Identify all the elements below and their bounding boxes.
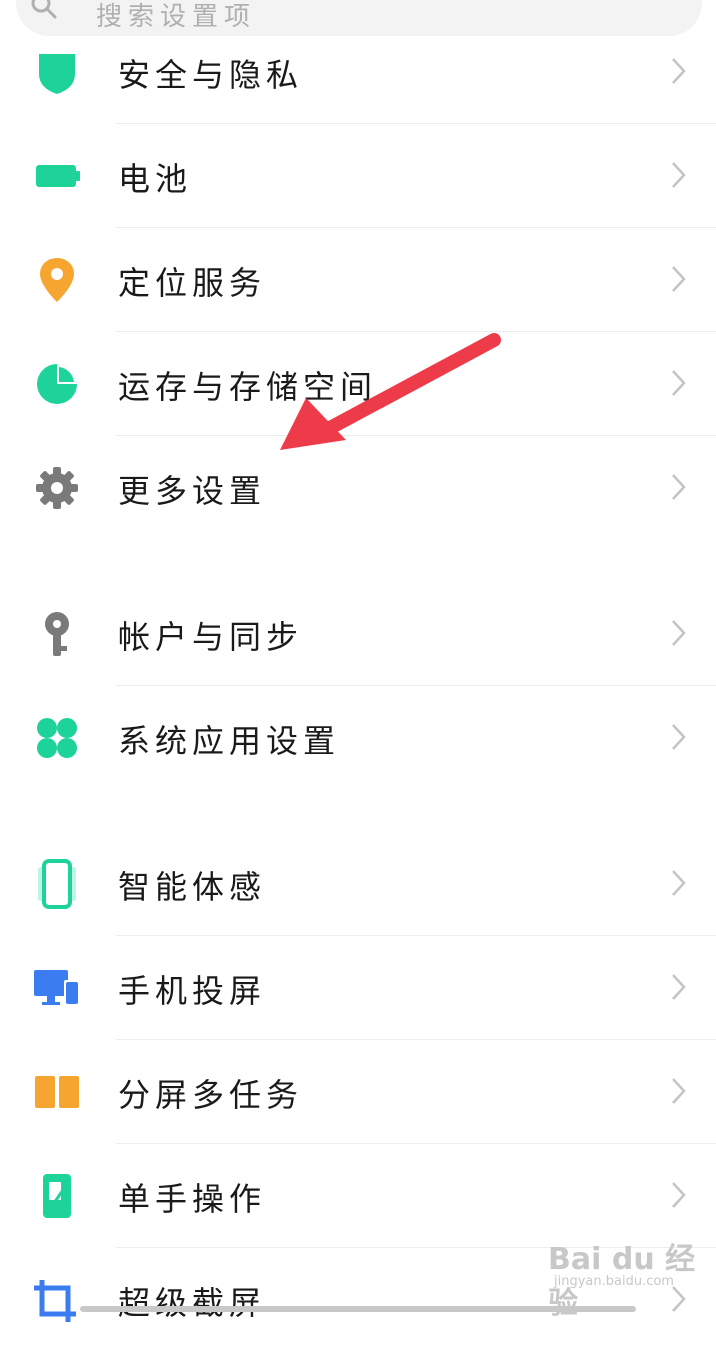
- settings-item-label: 运存与存储空间: [118, 368, 378, 406]
- scroll-indicator: [80, 1306, 636, 1312]
- search-icon: [31, 0, 57, 19]
- four-petal-apps-icon: [37, 718, 77, 758]
- settings-item-label: 分屏多任务: [118, 1076, 304, 1114]
- chevron-right-icon: [672, 370, 686, 396]
- settings-item-split-screen[interactable]: 分屏多任务: [0, 1040, 716, 1144]
- settings-item-label: 定位服务: [118, 264, 267, 302]
- settings-item-label: 超级截屏: [118, 1284, 267, 1322]
- settings-item-system-apps[interactable]: 系统应用设置: [0, 686, 716, 790]
- chevron-right-icon: [672, 620, 686, 646]
- one-hand-icon: [43, 1174, 71, 1218]
- settings-item-smart-motion[interactable]: 智能体感: [0, 832, 716, 936]
- location-pin-icon: [40, 258, 74, 302]
- gear-icon: [36, 467, 78, 509]
- split-screen-icon: [35, 1076, 79, 1108]
- chevron-right-icon: [672, 724, 686, 750]
- settings-item-location[interactable]: 定位服务: [0, 228, 716, 332]
- chevron-right-icon: [672, 162, 686, 188]
- pie-chart-icon: [37, 364, 77, 404]
- battery-icon: [36, 165, 80, 187]
- settings-item-label: 手机投屏: [118, 972, 267, 1010]
- chevron-right-icon: [672, 1182, 686, 1208]
- phone-motion-icon: [38, 859, 76, 909]
- screen-cast-icon: [34, 970, 80, 1006]
- settings-item-screen-cast[interactable]: 手机投屏: [0, 936, 716, 1040]
- settings-item-security-privacy[interactable]: 安全与隐私: [0, 20, 716, 124]
- settings-item-more-settings[interactable]: 更多设置: [0, 436, 716, 540]
- chevron-right-icon: [672, 870, 686, 896]
- chevron-right-icon: [672, 974, 686, 1000]
- watermark-url: jingyan.baidu.com: [554, 1274, 674, 1289]
- settings-item-one-hand[interactable]: 单手操作: [0, 1144, 716, 1248]
- settings-item-label: 帐户与同步: [118, 618, 304, 656]
- settings-item-label: 智能体感: [118, 868, 267, 906]
- chevron-right-icon: [672, 1078, 686, 1104]
- settings-item-label: 单手操作: [118, 1180, 267, 1218]
- settings-item-accounts-sync[interactable]: 帐户与同步: [0, 582, 716, 686]
- chevron-right-icon: [672, 58, 686, 84]
- shield-icon: [39, 54, 75, 94]
- chevron-right-icon: [672, 474, 686, 500]
- settings-item-battery[interactable]: 电池: [0, 124, 716, 228]
- chevron-right-icon: [672, 266, 686, 292]
- settings-item-label: 安全与隐私: [118, 56, 304, 94]
- settings-item-label: 电池: [118, 160, 193, 198]
- baidu-jingyan-watermark: Bai du 经验 jingyan.baidu.com: [548, 1234, 698, 1321]
- crop-screenshot-icon: [34, 1280, 76, 1322]
- settings-item-label: 系统应用设置: [118, 722, 341, 760]
- settings-item-memory-storage[interactable]: 运存与存储空间: [0, 332, 716, 436]
- key-icon: [45, 612, 69, 656]
- settings-item-label: 更多设置: [118, 472, 267, 510]
